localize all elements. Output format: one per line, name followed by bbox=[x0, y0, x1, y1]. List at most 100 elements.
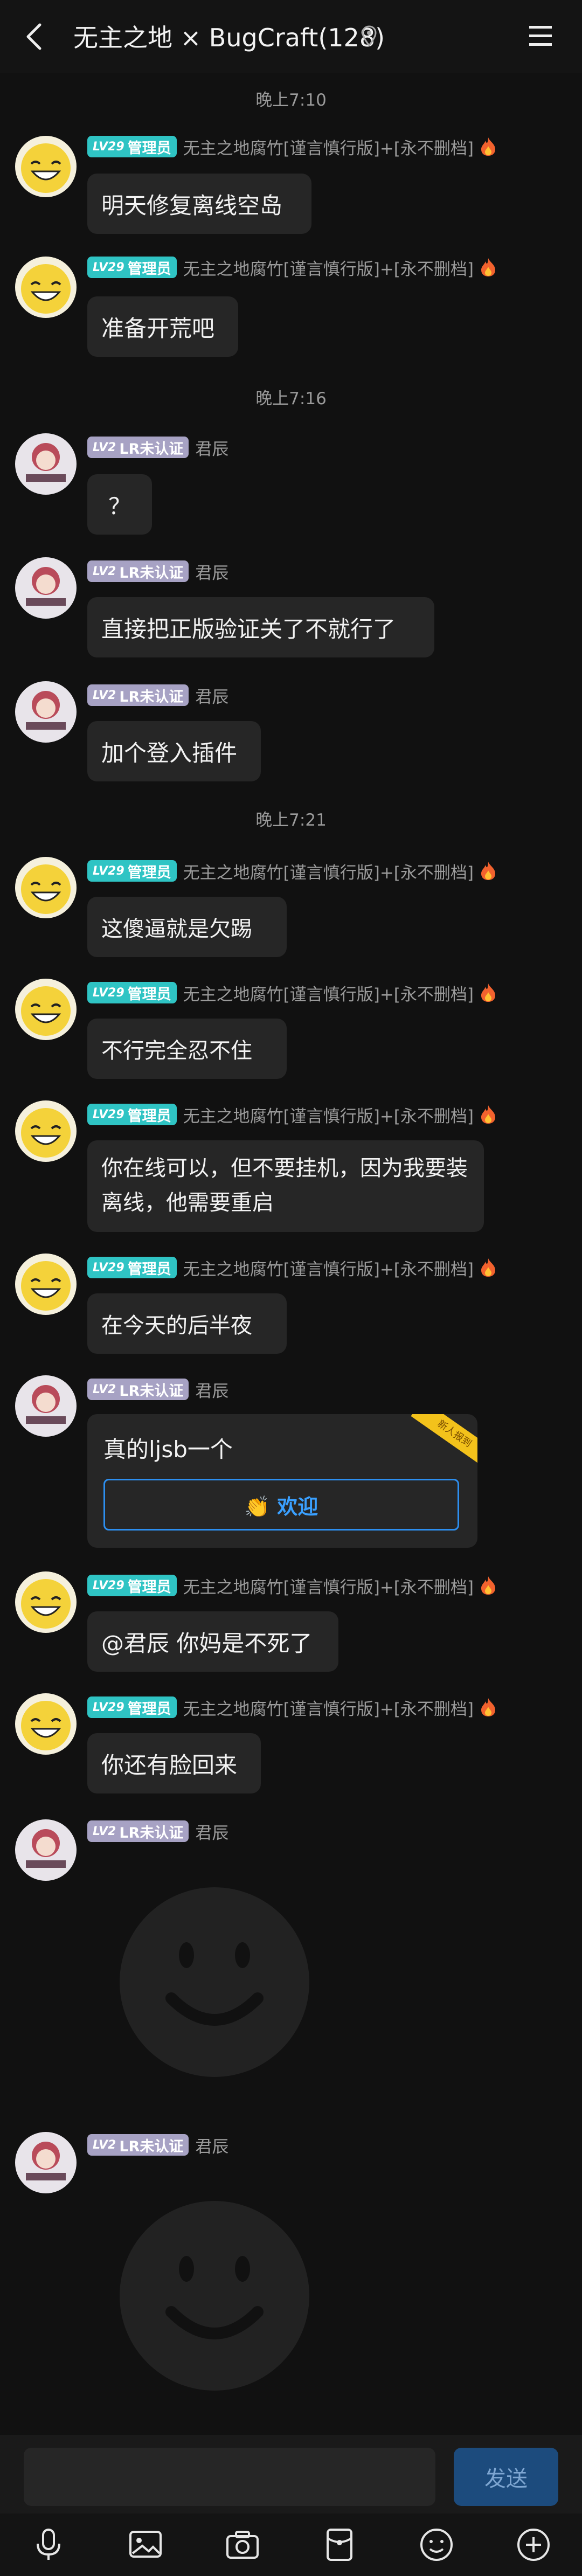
smiley-avatar-icon bbox=[15, 257, 77, 318]
location-pin-icon bbox=[362, 25, 377, 47]
fire-icon bbox=[481, 984, 495, 1002]
level-badge: LV29 管理员 bbox=[87, 860, 177, 882]
anime-avatar-icon bbox=[15, 557, 77, 619]
welcome-button[interactable]: 👏 欢迎 bbox=[103, 1479, 459, 1531]
avatar-lr[interactable] bbox=[15, 433, 77, 495]
sender-nickname[interactable]: 君辰 bbox=[195, 683, 228, 708]
avatar-admin[interactable] bbox=[15, 136, 77, 197]
level-badge: LV2 LR未认证 bbox=[87, 684, 189, 706]
bottom-toolbar bbox=[0, 2513, 582, 2576]
sender-nickname[interactable]: 无主之地腐竹[谨言慎行版]+[永不删档] bbox=[183, 1256, 474, 1280]
sender-nickname[interactable]: 无主之地腐竹[谨言慎行版]+[永不删档] bbox=[183, 1103, 474, 1127]
smiley-avatar-icon bbox=[15, 1100, 77, 1162]
message-bubble[interactable]: @君辰 你妈是不死了 bbox=[87, 1611, 338, 1672]
sender-meta: LV2 LR未认证 君辰 bbox=[87, 1819, 228, 1843]
fire-icon bbox=[481, 1576, 495, 1595]
red-packet-icon[interactable] bbox=[320, 2525, 359, 2564]
sender-meta: LV29 管理员 无主之地腐竹[谨言慎行版]+[永不删档] bbox=[87, 255, 497, 279]
level-badge: LV29 管理员 bbox=[87, 1696, 177, 1718]
sender-meta: LV29 管理员 无主之地腐竹[谨言慎行版]+[永不删档] bbox=[87, 1103, 497, 1126]
timestamp: 晚上7:10 bbox=[255, 91, 327, 110]
fire-icon bbox=[481, 1105, 495, 1124]
fire-icon bbox=[481, 137, 495, 156]
fire-icon bbox=[481, 1258, 495, 1277]
timestamp: 晚上7:21 bbox=[255, 811, 327, 830]
sender-nickname[interactable]: 君辰 bbox=[195, 1819, 228, 1844]
message-input[interactable] bbox=[24, 2448, 435, 2506]
smiley-sticker-icon[interactable] bbox=[117, 1885, 311, 2079]
avatar-admin[interactable] bbox=[15, 257, 77, 318]
avatar-admin[interactable] bbox=[15, 1571, 77, 1633]
anime-avatar-icon bbox=[15, 681, 77, 743]
card-text: 真的ljsb一个 bbox=[103, 1436, 233, 1463]
sender-meta: LV2 LR未认证 君辰 bbox=[87, 1377, 228, 1401]
sender-nickname[interactable]: 无主之地腐竹[谨言慎行版]+[永不删档] bbox=[183, 1574, 474, 1598]
image-icon[interactable] bbox=[126, 2525, 165, 2564]
avatar-lr[interactable] bbox=[15, 1375, 77, 1437]
level-badge: LV29 管理员 bbox=[87, 982, 177, 1003]
sender-meta: LV2 LR未认证 君辰 bbox=[87, 683, 228, 707]
sender-nickname[interactable]: 无主之地腐竹[谨言慎行版]+[永不删档] bbox=[183, 135, 474, 159]
level-badge: LV29 管理员 bbox=[87, 1575, 177, 1596]
smiley-sticker-icon[interactable] bbox=[117, 2199, 311, 2393]
message-bubble[interactable]: 直接把正版验证关了不就行了 bbox=[87, 597, 434, 657]
message-bubble[interactable]: 准备开荒吧 bbox=[87, 296, 238, 357]
avatar-admin[interactable] bbox=[15, 979, 77, 1040]
message-bubble[interactable]: 这傻逼就是欠踢 bbox=[87, 897, 287, 957]
sender-nickname[interactable]: 无主之地腐竹[谨言慎行版]+[永不删档] bbox=[183, 255, 474, 280]
level-badge: LV29 管理员 bbox=[87, 1257, 177, 1278]
avatar-admin[interactable] bbox=[15, 1100, 77, 1162]
message-bubble[interactable]: ？ bbox=[87, 474, 152, 535]
message-bubble[interactable]: 在今天的后半夜 bbox=[87, 1293, 287, 1354]
avatar-lr[interactable] bbox=[15, 557, 77, 619]
sender-nickname[interactable]: 无主之地腐竹[谨言慎行版]+[永不删档] bbox=[183, 859, 474, 883]
sender-meta: LV29 管理员 无主之地腐竹[谨言慎行版]+[永不删档] bbox=[87, 859, 497, 883]
anime-avatar-icon bbox=[15, 1819, 77, 1881]
sender-nickname[interactable]: 无主之地腐竹[谨言慎行版]+[永不删档] bbox=[183, 981, 474, 1005]
level-badge: LV29 管理员 bbox=[87, 1104, 177, 1125]
avatar-lr[interactable] bbox=[15, 681, 77, 743]
level-badge: LV29 管理员 bbox=[87, 136, 177, 157]
avatar-admin[interactable] bbox=[15, 1254, 77, 1315]
sender-meta: LV29 管理员 无主之地腐竹[谨言慎行版]+[永不删档] bbox=[87, 135, 497, 158]
back-arrow-icon[interactable] bbox=[19, 20, 52, 53]
chat-title[interactable]: 无主之地 × BugCraft(128) bbox=[73, 18, 385, 54]
emoji-icon[interactable] bbox=[417, 2525, 456, 2564]
smiley-avatar-icon bbox=[15, 1254, 77, 1315]
chat-header: 无主之地 × BugCraft(128) bbox=[0, 0, 582, 73]
sender-nickname[interactable]: 君辰 bbox=[195, 1377, 228, 1402]
welcome-card: 真的ljsb一个 👏 欢迎 新人报到 bbox=[87, 1414, 477, 1548]
avatar-admin[interactable] bbox=[15, 857, 77, 918]
plus-icon[interactable] bbox=[514, 2525, 553, 2564]
anime-avatar-icon bbox=[15, 2132, 77, 2193]
microphone-icon[interactable] bbox=[29, 2525, 68, 2564]
sender-nickname[interactable]: 君辰 bbox=[195, 2133, 228, 2157]
sender-meta: LV29 管理员 无主之地腐竹[谨言慎行版]+[永不删档] bbox=[87, 1256, 497, 1279]
sender-nickname[interactable]: 君辰 bbox=[195, 435, 228, 460]
message-bubble[interactable]: 不行完全忍不住 bbox=[87, 1019, 287, 1079]
message-bubble[interactable]: 明天修复离线空岛 bbox=[87, 174, 311, 234]
sender-nickname[interactable]: 君辰 bbox=[195, 559, 228, 584]
message-bubble[interactable]: 你还有脸回来 bbox=[87, 1733, 261, 1793]
smiley-avatar-icon bbox=[15, 1571, 77, 1633]
message-bubble[interactable]: 你在线可以，但不要挂机，因为我要装离线，他需要重启 bbox=[87, 1140, 484, 1232]
sender-meta: LV29 管理员 无主之地腐竹[谨言慎行版]+[永不删档] bbox=[87, 981, 497, 1005]
camera-icon[interactable] bbox=[223, 2525, 262, 2564]
message-bubble[interactable]: 加个登入插件 bbox=[87, 721, 261, 781]
send-button[interactable]: 发送 bbox=[454, 2448, 558, 2506]
fire-icon bbox=[481, 862, 495, 880]
avatar-admin[interactable] bbox=[15, 1693, 77, 1755]
level-badge: LV2 LR未认证 bbox=[87, 2134, 189, 2156]
anime-avatar-icon bbox=[15, 1375, 77, 1437]
level-badge: LV2 LR未认证 bbox=[87, 437, 189, 458]
sender-meta: LV2 LR未认证 君辰 bbox=[87, 559, 228, 583]
avatar-lr[interactable] bbox=[15, 1819, 77, 1881]
input-bar: 发送 bbox=[0, 2435, 582, 2513]
smiley-avatar-icon bbox=[15, 979, 77, 1040]
anime-avatar-icon bbox=[15, 433, 77, 495]
smiley-avatar-icon bbox=[15, 1693, 77, 1755]
sender-meta: LV2 LR未认证 君辰 bbox=[87, 2133, 228, 2157]
avatar-lr[interactable] bbox=[15, 2132, 77, 2193]
menu-icon[interactable] bbox=[526, 23, 555, 50]
sender-nickname[interactable]: 无主之地腐竹[谨言慎行版]+[永不删档] bbox=[183, 1695, 474, 1720]
